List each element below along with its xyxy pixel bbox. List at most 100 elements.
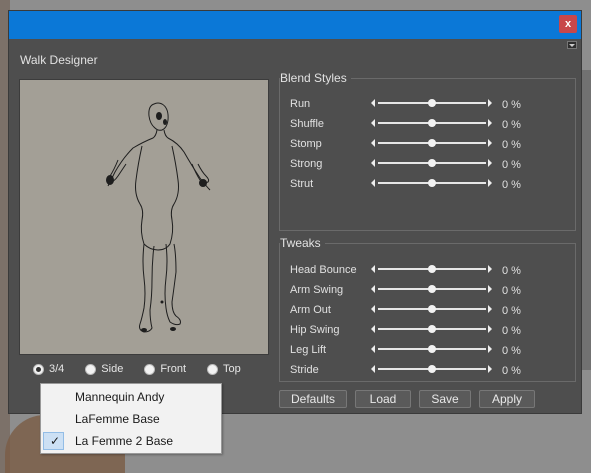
- slider-label: Shuffle: [290, 118, 325, 130]
- view-label: Side: [101, 363, 124, 375]
- decrement-arrow-icon[interactable]: [371, 159, 375, 167]
- slider-thumb[interactable]: [428, 265, 436, 273]
- slider-value: 0 %: [502, 365, 521, 377]
- slider-row: Leg Lift 0 %: [280, 340, 575, 360]
- decrement-arrow-icon[interactable]: [371, 305, 375, 313]
- figure-dropdown-menu: Mannequin Andy LaFemme Base ✓ La Femme 2…: [40, 383, 222, 454]
- increment-arrow-icon[interactable]: [488, 139, 492, 147]
- slider-thumb[interactable]: [428, 305, 436, 313]
- menu-item-mannequin-andy[interactable]: Mannequin Andy: [41, 386, 221, 408]
- radio-icon[interactable]: [207, 363, 219, 375]
- radio-icon[interactable]: [144, 363, 156, 375]
- slider-thumb[interactable]: [428, 345, 436, 353]
- slider-thumb[interactable]: [428, 159, 436, 167]
- decrement-arrow-icon[interactable]: [371, 179, 375, 187]
- walk-designer-window: x Walk Designer 3/4 Side Front Top Blend…: [8, 10, 582, 414]
- slider-row: Strut 0 %: [280, 174, 575, 194]
- slider-row: Strong 0 %: [280, 154, 575, 174]
- view-label: Front: [160, 363, 187, 375]
- slider-label: Head Bounce: [290, 264, 357, 276]
- view-label: 3/4: [49, 363, 65, 375]
- slider-label: Stomp: [290, 138, 322, 150]
- decrement-arrow-icon[interactable]: [371, 345, 375, 353]
- slider-thumb[interactable]: [428, 365, 436, 373]
- slider-value: 0 %: [502, 305, 521, 317]
- view-selector: 3/4 Side Front Top: [33, 363, 262, 375]
- checkmark-icon: ✓: [50, 434, 61, 448]
- increment-arrow-icon[interactable]: [488, 119, 492, 127]
- slider-value: 0 %: [502, 179, 521, 191]
- slider-label: Leg Lift: [290, 344, 327, 356]
- view-option-3-4[interactable]: 3/4: [33, 363, 64, 375]
- slider-row: Hip Swing 0 %: [280, 320, 575, 340]
- close-button[interactable]: x: [559, 15, 577, 33]
- decrement-arrow-icon[interactable]: [371, 365, 375, 373]
- slider-label: Arm Out: [290, 304, 331, 316]
- menu-item-lafemme-base[interactable]: LaFemme Base: [41, 408, 221, 430]
- slider-label: Arm Swing: [290, 284, 344, 296]
- menu-item-label: LaFemme Base: [75, 412, 160, 426]
- slider-row: Stride 0 %: [280, 360, 575, 380]
- slider-value: 0 %: [502, 265, 521, 277]
- increment-arrow-icon[interactable]: [488, 99, 492, 107]
- slider-value: 0 %: [502, 325, 521, 337]
- increment-arrow-icon[interactable]: [488, 365, 492, 373]
- check-area: [43, 388, 64, 406]
- view-label: Top: [223, 363, 241, 375]
- window-title: Walk Designer: [20, 53, 98, 67]
- decrement-arrow-icon[interactable]: [371, 265, 375, 273]
- menu-item-la-femme-2-base[interactable]: ✓ La Femme 2 Base: [41, 430, 221, 452]
- slider-value: 0 %: [502, 285, 521, 297]
- slider-value: 0 %: [502, 119, 521, 131]
- slider-label: Run: [290, 98, 311, 110]
- increment-arrow-icon[interactable]: [488, 285, 492, 293]
- slider-row: Arm Out 0 %: [280, 300, 575, 320]
- increment-arrow-icon[interactable]: [488, 305, 492, 313]
- decrement-arrow-icon[interactable]: [371, 325, 375, 333]
- decrement-arrow-icon[interactable]: [371, 99, 375, 107]
- apply-button[interactable]: Apply: [479, 390, 535, 408]
- figure-outline-icon: [106, 102, 211, 333]
- slider-value: 0 %: [502, 345, 521, 357]
- slider-row: Shuffle 0 %: [280, 114, 575, 134]
- increment-arrow-icon[interactable]: [488, 265, 492, 273]
- slider-value: 0 %: [502, 159, 521, 171]
- load-button[interactable]: Load: [355, 390, 411, 408]
- check-area: [43, 410, 64, 428]
- tweaks-group: Tweaks Head Bounce 0 % Arm Swing 0 % Arm Out…: [279, 236, 576, 382]
- decrement-arrow-icon[interactable]: [371, 119, 375, 127]
- slider-thumb[interactable]: [428, 285, 436, 293]
- slider-thumb[interactable]: [428, 139, 436, 147]
- slider-row: Run 0 %: [280, 94, 575, 114]
- slider-label: Strong: [290, 158, 323, 170]
- slider-row: Head Bounce 0 %: [280, 260, 575, 280]
- slider-thumb[interactable]: [428, 179, 436, 187]
- view-option-top[interactable]: Top: [207, 363, 241, 375]
- decrement-arrow-icon[interactable]: [371, 139, 375, 147]
- window-titlebar[interactable]: x: [9, 11, 581, 39]
- slider-value: 0 %: [502, 99, 521, 111]
- menu-item-label: Mannequin Andy: [75, 390, 165, 404]
- slider-value: 0 %: [502, 139, 521, 151]
- increment-arrow-icon[interactable]: [488, 159, 492, 167]
- blend-styles-title: Blend Styles: [280, 71, 351, 85]
- increment-arrow-icon[interactable]: [488, 345, 492, 353]
- check-area: ✓: [43, 432, 64, 450]
- slider-thumb[interactable]: [428, 99, 436, 107]
- figure-preview[interactable]: [19, 79, 269, 355]
- radio-icon[interactable]: [85, 363, 97, 375]
- defaults-button[interactable]: Defaults: [279, 390, 347, 408]
- slider-thumb[interactable]: [428, 119, 436, 127]
- view-option-side[interactable]: Side: [85, 363, 123, 375]
- slider-thumb[interactable]: [428, 325, 436, 333]
- slider-label: Strut: [290, 178, 314, 190]
- view-option-front[interactable]: Front: [144, 363, 186, 375]
- tweaks-title: Tweaks: [280, 236, 325, 250]
- decrement-arrow-icon[interactable]: [371, 285, 375, 293]
- blend-styles-group: Blend Styles Run 0 % Shuffle 0 % Stomp 0 % Str…: [279, 71, 576, 231]
- increment-arrow-icon[interactable]: [488, 325, 492, 333]
- radio-selected-icon[interactable]: [33, 363, 44, 375]
- save-button[interactable]: Save: [419, 390, 471, 408]
- increment-arrow-icon[interactable]: [488, 179, 492, 187]
- collapse-arrow-icon[interactable]: [567, 41, 577, 49]
